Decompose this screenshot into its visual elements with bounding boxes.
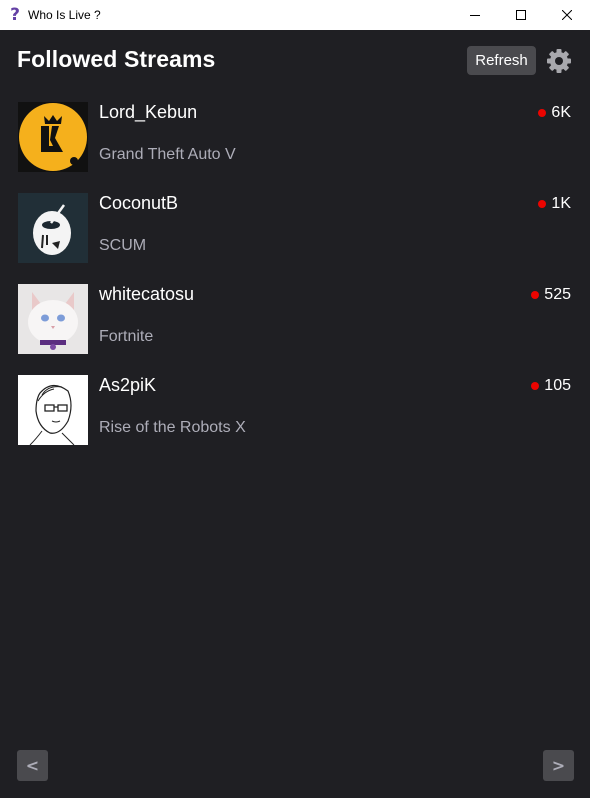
live-indicator-icon — [538, 109, 547, 117]
viewer-count: 525 — [531, 286, 571, 304]
window-title: Who Is Live ? — [28, 8, 101, 22]
next-page-button[interactable]: > — [543, 750, 574, 781]
stream-item[interactable]: CoconutB 1K SCUM — [18, 193, 574, 263]
stream-item[interactable]: Lord_Kebun 6K Grand Theft Auto V — [18, 102, 574, 172]
page-title: Followed Streams — [17, 46, 216, 72]
gear-icon[interactable] — [546, 48, 572, 74]
live-indicator-icon — [538, 200, 547, 208]
streamer-name: As2piK — [99, 375, 157, 395]
streamer-avatar — [18, 284, 88, 354]
close-icon[interactable] — [544, 0, 590, 30]
game-name: Grand Theft Auto V — [99, 146, 236, 163]
streamer-name: Lord_Kebun — [99, 102, 198, 122]
streamer-name: CoconutB — [99, 193, 179, 213]
window-titlebar: ? Who Is Live ? — [0, 0, 590, 30]
live-indicator-icon — [531, 291, 540, 299]
viewer-count: 1K — [538, 195, 571, 213]
viewer-count-value: 105 — [544, 377, 571, 394]
streamer-avatar — [18, 102, 88, 172]
stream-item[interactable]: whitecatosu 525 Fortnite — [18, 284, 574, 354]
viewer-count: 105 — [531, 377, 571, 395]
viewer-count: 6K — [538, 104, 571, 122]
streamer-name: whitecatosu — [99, 284, 195, 304]
minimize-icon[interactable] — [452, 0, 498, 30]
previous-page-button[interactable]: < — [17, 750, 48, 781]
streamer-avatar — [18, 193, 88, 263]
streamer-avatar — [18, 375, 88, 445]
viewer-count-value: 1K — [551, 195, 571, 212]
viewer-count-value: 525 — [544, 286, 571, 303]
game-name: Rise of the Robots X — [99, 419, 246, 436]
viewer-count-value: 6K — [551, 104, 571, 121]
maximize-icon[interactable] — [498, 0, 544, 30]
live-indicator-icon — [531, 382, 540, 390]
app-question-icon: ? — [10, 5, 20, 25]
stream-item[interactable]: As2piK 105 Rise of the Robots X — [18, 375, 574, 445]
window-controls — [452, 0, 590, 30]
refresh-button[interactable]: Refresh — [467, 46, 536, 75]
game-name: Fortnite — [99, 328, 154, 345]
game-name: SCUM — [99, 237, 147, 254]
